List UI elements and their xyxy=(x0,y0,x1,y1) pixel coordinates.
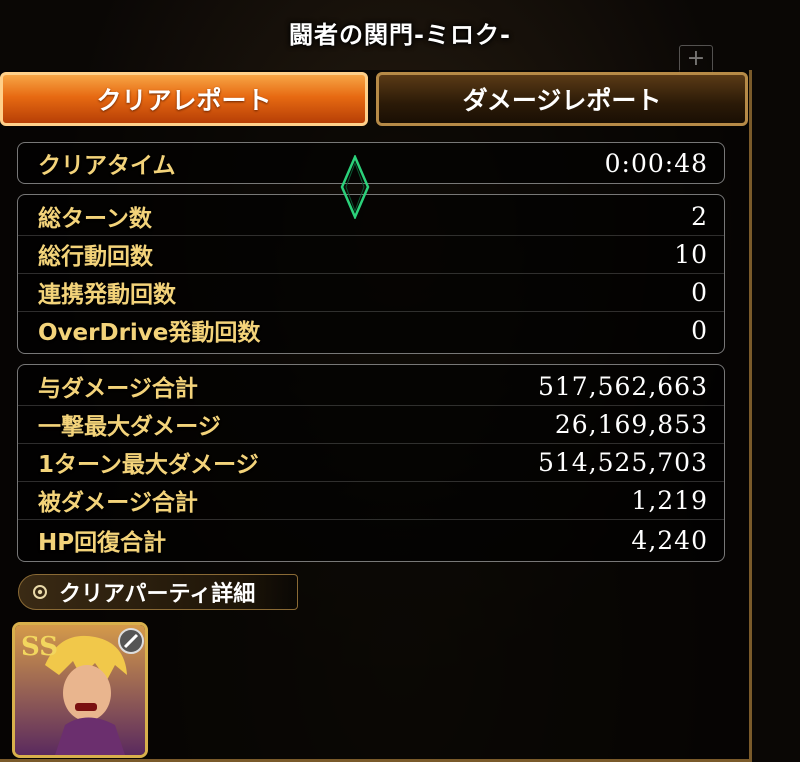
tab-label: クリアレポート xyxy=(96,86,272,115)
page-title: 闘者の関門-ミロク- xyxy=(289,20,511,49)
stat-row-hp-recovery: HP回復合計 4,240 xyxy=(18,521,724,559)
clear-party-details-button[interactable]: クリアパーティ詳細 xyxy=(18,574,298,610)
stat-row-overdrive-count: OverDrive発動回数 0 xyxy=(18,311,724,349)
stat-label: HP回復合計 xyxy=(38,530,167,556)
counts-section: 総ターン数 2 総行動回数 10 連携発動回数 0 OverDrive発動回数 … xyxy=(17,194,725,354)
gear-icon xyxy=(33,585,47,599)
clear-time-section: クリアタイム 0:00:48 xyxy=(17,142,725,184)
stat-label: 連携発動回数 xyxy=(38,282,176,308)
tab-damage-report[interactable]: ダメージレポート xyxy=(376,72,748,126)
character-avatar-icon: SS xyxy=(15,625,145,755)
stat-label: 総ターン数 xyxy=(38,206,152,232)
tab-label: ダメージレポート xyxy=(462,86,662,115)
stat-row-clear-time: クリアタイム 0:00:48 xyxy=(18,144,724,182)
tab-clear-report[interactable]: クリアレポート xyxy=(0,72,368,126)
row-divider xyxy=(18,519,724,520)
stat-value: 2 xyxy=(691,201,708,231)
party-details-label: クリアパーティ詳細 xyxy=(59,582,256,607)
stat-label: 1ターン最大ダメージ xyxy=(38,452,259,478)
stat-row-max-turn-damage: 1ターン最大ダメージ 514,525,703 xyxy=(18,443,724,481)
stat-label: 被ダメージ合計 xyxy=(38,490,198,516)
stat-value: 4,240 xyxy=(631,525,708,555)
svg-text:SS: SS xyxy=(21,632,58,662)
character-portrait[interactable]: SS xyxy=(12,622,148,758)
stat-label: クリアタイム xyxy=(38,153,176,179)
stat-row-total-turns: 総ターン数 2 xyxy=(18,197,724,235)
stat-value: 0:00:48 xyxy=(604,148,708,178)
stat-value: 1,219 xyxy=(631,485,708,515)
diamond-cursor-icon xyxy=(340,155,370,219)
stat-row-total-damage: 与ダメージ合計 517,562,663 xyxy=(18,367,724,405)
stat-label: 一撃最大ダメージ xyxy=(38,414,221,440)
stat-label: 与ダメージ合計 xyxy=(38,376,198,402)
report-tabs: クリアレポート ダメージレポート xyxy=(0,72,752,128)
stat-row-max-single-hit: 一撃最大ダメージ 26,169,853 xyxy=(18,405,724,443)
damage-section: 与ダメージ合計 517,562,663 一撃最大ダメージ 26,169,853 … xyxy=(17,364,725,562)
stat-value: 514,525,703 xyxy=(537,447,708,477)
stat-value: 0 xyxy=(691,277,708,307)
stat-label: 総行動回数 xyxy=(38,244,153,270)
stat-value: 10 xyxy=(674,239,708,269)
stat-label: OverDrive発動回数 xyxy=(38,320,261,346)
stat-row-total-actions: 総行動回数 10 xyxy=(18,235,724,273)
stat-value: 517,562,663 xyxy=(537,371,708,401)
stat-value: 0 xyxy=(691,315,708,345)
stat-row-damage-taken: 被ダメージ合計 1,219 xyxy=(18,481,724,519)
stat-value: 26,169,853 xyxy=(554,409,708,439)
stat-row-chain-count: 連携発動回数 0 xyxy=(18,273,724,311)
